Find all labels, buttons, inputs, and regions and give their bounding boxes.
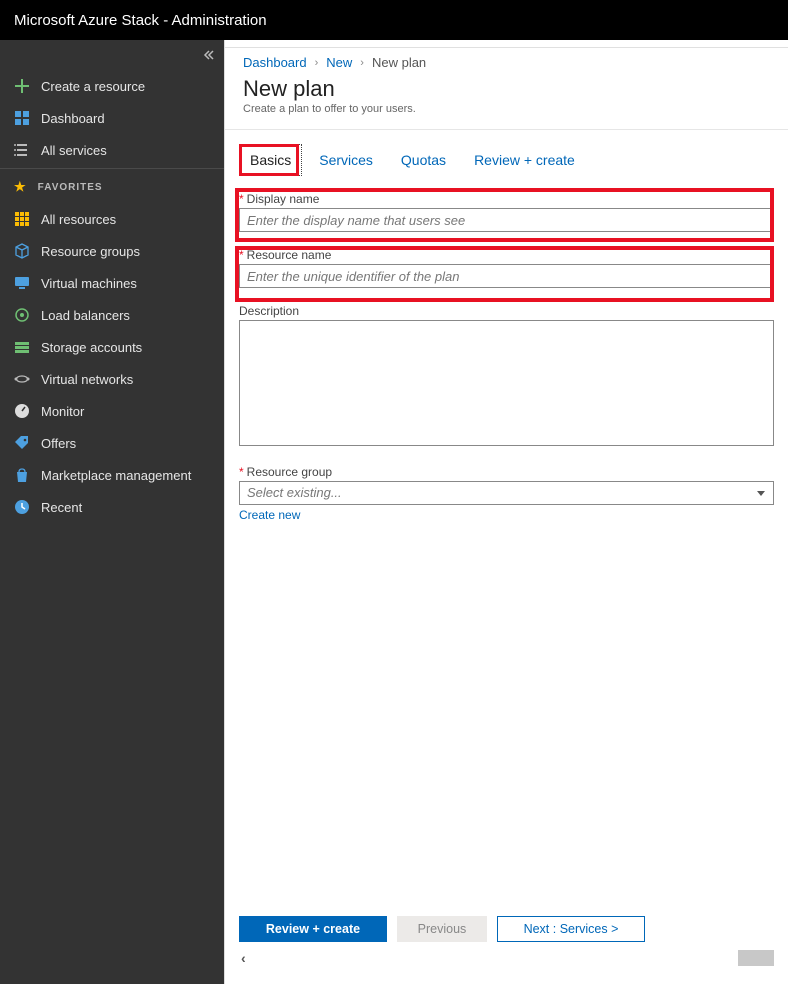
sidebar-item-all-resources[interactable]: All resources (0, 203, 224, 235)
display-name-label: *Display name (239, 188, 774, 206)
sidebar-item-label: Recent (41, 500, 82, 515)
footer-buttons: Review + create Previous Next : Services… (239, 916, 774, 950)
topbar: Microsoft Azure Stack - Administration (0, 0, 788, 40)
resource-name-input[interactable] (239, 264, 774, 288)
tag-icon (14, 435, 30, 451)
favorites-label: FAVORITES (38, 182, 103, 193)
scrollbar-track[interactable] (255, 950, 774, 966)
sidebar: Create a resource Dashboard All services… (0, 40, 224, 984)
review-create-button[interactable]: Review + create (239, 916, 387, 942)
description-label: Description (239, 300, 774, 318)
description-textarea[interactable] (239, 320, 774, 446)
tab-quotas[interactable]: Quotas (390, 144, 457, 176)
sidebar-favorites-header: ★ FAVORITES (0, 171, 224, 203)
tab-review-create[interactable]: Review + create (463, 144, 586, 176)
sidebar-dashboard[interactable]: Dashboard (0, 102, 224, 134)
sidebar-item-label: Offers (41, 436, 76, 451)
horizontal-scrollbar-bottom[interactable]: ‹ (239, 950, 774, 966)
dashboard-icon (14, 110, 30, 126)
sidebar-item-load-balancers[interactable]: Load balancers (0, 299, 224, 331)
collapse-icon (202, 49, 214, 61)
breadcrumb: Dashboard › New › New plan (225, 48, 788, 74)
sidebar-item-label: Virtual machines (41, 276, 137, 291)
display-name-input[interactable] (239, 208, 774, 232)
next-services-button[interactable]: Next : Services > (497, 916, 645, 942)
sidebar-item-label: All resources (41, 212, 116, 227)
list-icon (14, 142, 30, 158)
previous-button: Previous (397, 916, 487, 942)
sidebar-item-label: Create a resource (41, 79, 145, 94)
sidebar-item-label: Virtual networks (41, 372, 133, 387)
sidebar-collapse[interactable] (0, 40, 224, 70)
sidebar-item-label: All services (41, 143, 107, 158)
sidebar-item-label: Load balancers (41, 308, 130, 323)
sidebar-item-recent[interactable]: Recent (0, 491, 224, 523)
sidebar-item-offers[interactable]: Offers (0, 427, 224, 459)
plus-icon (14, 78, 30, 94)
main-panel: Dashboard › New › New plan New plan Crea… (224, 40, 788, 984)
sidebar-item-storage-accounts[interactable]: Storage accounts (0, 331, 224, 363)
page-subtitle: Create a plan to offer to your users. (243, 103, 770, 115)
sidebar-item-virtual-machines[interactable]: Virtual machines (0, 267, 224, 299)
clock-icon (14, 499, 30, 515)
scrollbar-thumb[interactable] (738, 950, 774, 966)
storage-icon (14, 339, 30, 355)
tab-basics[interactable]: Basics (239, 144, 302, 176)
create-new-link[interactable]: Create new (239, 508, 300, 522)
sidebar-create-resource[interactable]: Create a resource (0, 70, 224, 102)
vm-icon (14, 275, 30, 291)
horizontal-scrollbar-top[interactable] (225, 40, 788, 48)
chevron-right-icon: › (360, 57, 364, 69)
sidebar-item-marketplace[interactable]: Marketplace management (0, 459, 224, 491)
tab-services[interactable]: Services (308, 144, 384, 176)
breadcrumb-link-new[interactable]: New (326, 55, 352, 70)
sidebar-item-virtual-networks[interactable]: Virtual networks (0, 363, 224, 395)
tabs: Basics Services Quotas Review + create (239, 144, 774, 176)
vnet-icon (14, 371, 30, 387)
cube-icon (14, 243, 30, 259)
breadcrumb-current: New plan (372, 55, 426, 70)
sidebar-item-label: Dashboard (41, 111, 105, 126)
sidebar-item-monitor[interactable]: Monitor (0, 395, 224, 427)
resource-group-label: *Resource group (239, 461, 774, 479)
resource-group-select[interactable]: Select existing... (239, 481, 774, 505)
sidebar-item-resource-groups[interactable]: Resource groups (0, 235, 224, 267)
resource-name-label: *Resource name (239, 244, 774, 262)
chevron-right-icon: › (315, 57, 319, 69)
sidebar-item-label: Marketplace management (41, 468, 191, 483)
sidebar-separator (0, 168, 224, 169)
sidebar-all-services[interactable]: All services (0, 134, 224, 166)
scroll-left-icon[interactable]: ‹ (239, 950, 255, 966)
loadbalancer-icon (14, 307, 30, 323)
sidebar-item-label: Resource groups (41, 244, 140, 259)
breadcrumb-link-dashboard[interactable]: Dashboard (243, 55, 307, 70)
gauge-icon (14, 403, 30, 419)
bag-icon (14, 467, 30, 483)
star-icon: ★ (14, 179, 27, 195)
sidebar-item-label: Monitor (41, 404, 84, 419)
page-title: New plan (243, 76, 770, 102)
app-title: Microsoft Azure Stack - Administration (14, 12, 267, 29)
grid-icon (14, 211, 30, 227)
sidebar-item-label: Storage accounts (41, 340, 142, 355)
